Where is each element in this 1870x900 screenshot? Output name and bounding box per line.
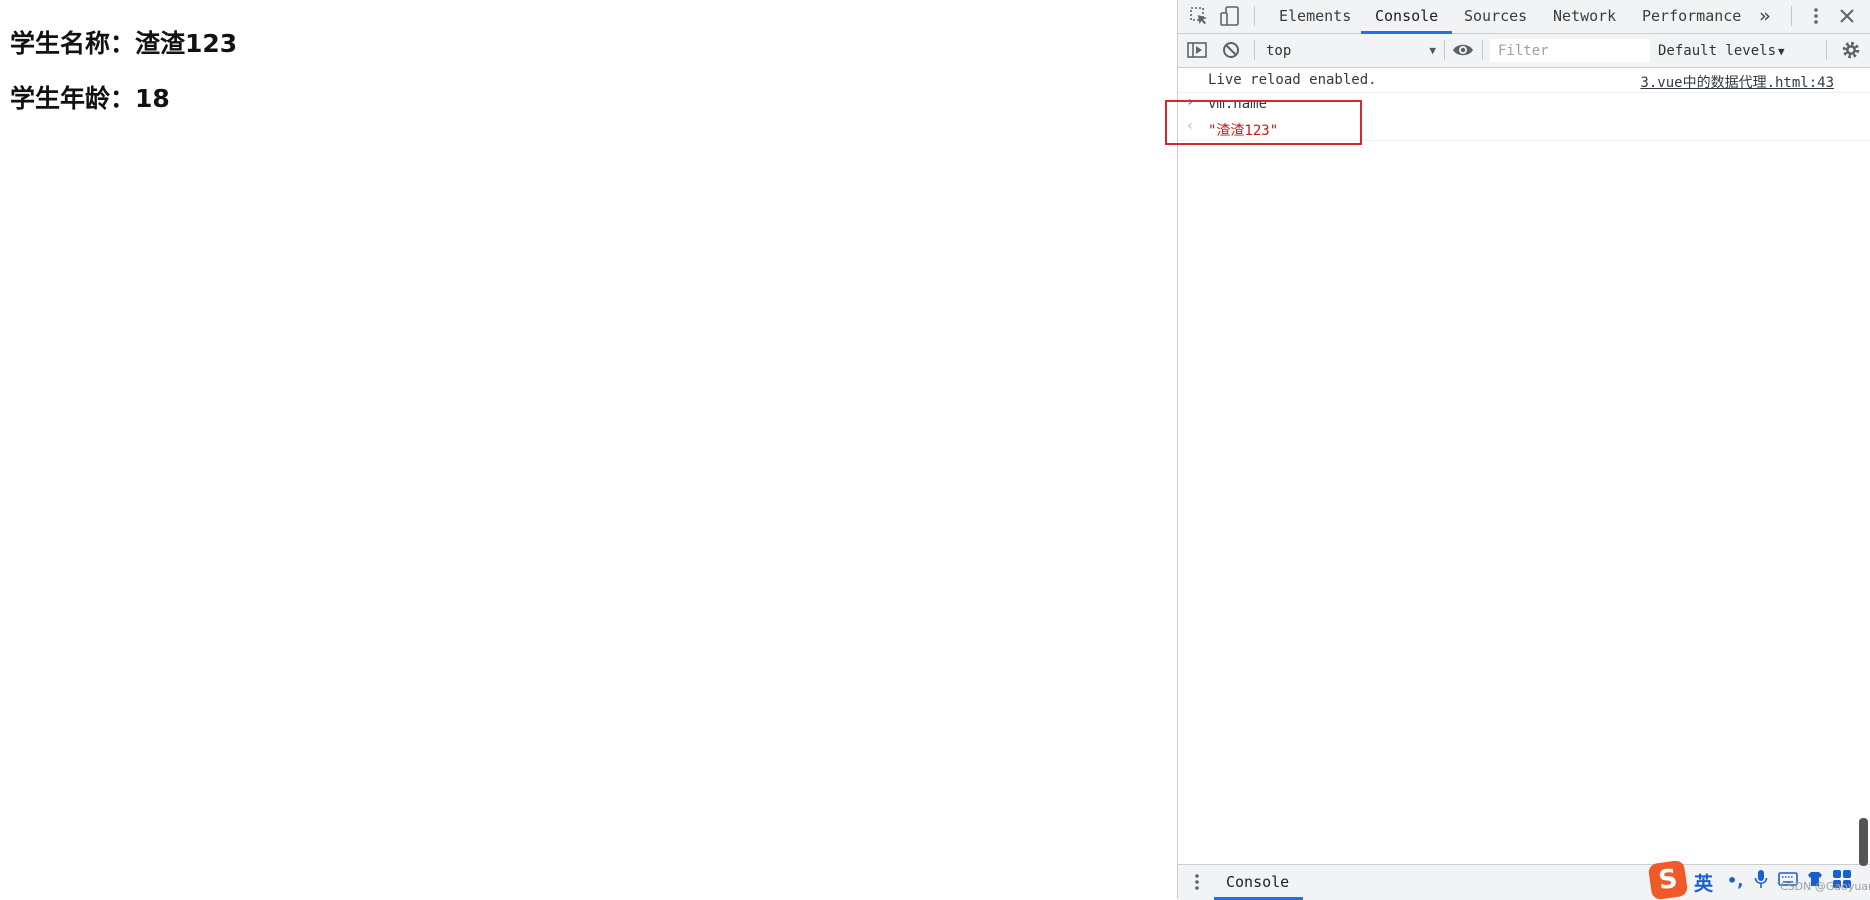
student-age-heading: 学生年龄：18: [10, 84, 170, 113]
toolbar-separator: [1826, 40, 1827, 60]
more-tabs-chevron-icon[interactable]: »: [1759, 0, 1770, 33]
console-command-row: › vm.name: [1178, 92, 1870, 116]
toolbar-separator: [1444, 40, 1445, 60]
close-icon[interactable]: [1836, 5, 1858, 27]
devtools-tabbar: Elements Console Sources Network Perform…: [1178, 0, 1870, 34]
result-chevron-icon: ‹: [1186, 118, 1195, 134]
toolbar-separator: [1254, 6, 1255, 26]
toolbar-separator: [1791, 6, 1792, 26]
tab-performance[interactable]: Performance: [1642, 0, 1741, 33]
settings-gear-icon[interactable]: [1840, 39, 1862, 61]
ime-toolbar: S 英 •, CSDN @Gaoyuan: [1647, 859, 1870, 900]
device-toolbar-icon[interactable]: [1219, 5, 1241, 27]
live-expression-eye-icon[interactable]: [1452, 39, 1474, 61]
filter-input[interactable]: [1490, 39, 1650, 62]
sogou-logo-icon[interactable]: S: [1647, 859, 1689, 900]
console-sidebar-icon[interactable]: [1186, 39, 1208, 61]
console-result-row: ‹ "渣渣123": [1178, 116, 1870, 141]
caret-down-icon: ▼: [1778, 45, 1785, 58]
tab-elements[interactable]: Elements: [1279, 0, 1351, 33]
student-name-heading: 学生名称：渣渣123: [10, 29, 238, 58]
log-message: Live reload enabled.: [1208, 72, 1377, 88]
tab-console[interactable]: Console: [1360, 0, 1453, 34]
command-text[interactable]: vm.name: [1208, 96, 1267, 112]
tab-sources[interactable]: Sources: [1464, 0, 1527, 33]
punctuation-icon[interactable]: •,: [1727, 871, 1743, 890]
caret-down-icon: ▼: [1429, 44, 1436, 57]
csdn-watermark: CSDN @Gaoyuan: [1780, 880, 1870, 893]
log-levels-label: Default levels: [1658, 43, 1777, 59]
command-chevron-icon: ›: [1186, 94, 1195, 110]
log-levels-dropdown[interactable]: Default levels ▼: [1658, 40, 1785, 62]
ime-language-toggle[interactable]: 英: [1694, 869, 1713, 896]
page-viewport: 学生名称：渣渣123 学生年龄：18: [0, 0, 1177, 899]
inspect-element-icon[interactable]: [1188, 5, 1210, 27]
console-log-row: Live reload enabled. 3.vue中的数据代理.html:43: [1178, 68, 1870, 93]
context-selector[interactable]: top ▼: [1266, 40, 1436, 62]
result-value[interactable]: "渣渣123": [1208, 120, 1278, 140]
toolbar-separator: [1254, 40, 1255, 60]
kebab-menu-icon[interactable]: [1805, 5, 1827, 27]
devtools-panel: Elements Console Sources Network Perform…: [1165, 0, 1870, 900]
toolbar-separator: [1482, 40, 1483, 60]
clear-console-icon[interactable]: [1220, 39, 1242, 61]
scrollbar-thumb[interactable]: [1859, 818, 1868, 866]
console-messages: Live reload enabled. 3.vue中的数据代理.html:43…: [1178, 68, 1870, 864]
drawer-tab-console[interactable]: Console: [1213, 865, 1304, 900]
context-value: top: [1266, 43, 1292, 59]
microphone-icon[interactable]: [1754, 869, 1768, 893]
drawer-menu-icon[interactable]: [1186, 871, 1208, 893]
tab-network[interactable]: Network: [1553, 0, 1616, 33]
console-toolbar: top ▼ Default levels▼: [1178, 34, 1870, 68]
log-source-link[interactable]: 3.vue中的数据代理.html:43: [1640, 72, 1834, 92]
